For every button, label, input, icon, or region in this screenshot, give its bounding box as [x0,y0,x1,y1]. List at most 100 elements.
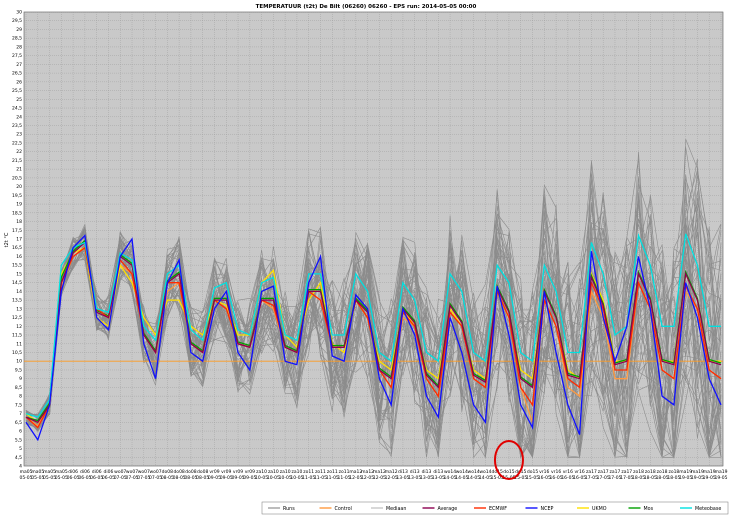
x-tick-day-label: wo07 [114,469,126,475]
x-tick-day-label: zo11 [339,469,350,475]
y-tick-label: 11 [16,341,22,347]
legend-label: ECMWF [489,506,507,512]
x-tick-day-label: zo18 [657,469,668,475]
x-tick-day-label: za10 [280,469,291,475]
y-tick-label: 10 [16,359,22,365]
x-tick-day-label: ma12 [385,469,398,475]
x-tick-day-label: di13 [422,469,432,475]
y-tick-label: 12,5 [12,315,22,321]
x-tick-day-label: wo14 [468,469,480,475]
y-tick-label: 9,5 [15,367,22,373]
y-tick-label: 23 [16,132,22,138]
legend: Runs Control Mediaan Average ECMWF NCEP UKMO Mo… [261,501,729,515]
x-tick-day-label: za17 [610,469,621,475]
y-tick-label: 26 [16,79,22,85]
y-tick-label: 9 [19,376,22,382]
y-tick-label: 15,5 [12,263,22,269]
y-tick-label: 18 [16,219,22,225]
y-tick-label: 28,5 [12,36,22,42]
ensemble-temperature-chart: TEMPERATUUR (t2t) De Bilt (06260) 06260 … [0,0,732,519]
y-tick-label: 24,5 [12,106,22,112]
y-tick-label: 30 [16,10,22,16]
y-tick-label: 13 [16,306,22,312]
y-tick-label: 5,5 [15,437,22,443]
y-tick-label: 25 [16,97,22,103]
x-tick-day-label: di13 [410,469,420,475]
x-tick-day-label: di06 [104,469,114,475]
y-tick-label: 18,5 [12,210,22,216]
y-tick-label: 24 [16,114,22,120]
y-tick-label: 10,5 [12,350,22,356]
x-tick-day-label: do08 [197,469,208,475]
x-tick-day-label: do15 [503,469,514,475]
x-tick-day-label: zo18 [668,469,679,475]
x-tick-day-label: wo07 [149,469,161,475]
legend-label: Meteobase [695,506,721,512]
y-tick-label: 6,5 [15,420,22,426]
y-tick-label: 16,5 [12,245,22,251]
x-tick-day-label: za10 [292,469,303,475]
x-tick-day-label: ma19 [715,469,728,475]
x-tick-day-label: za17 [598,469,609,475]
x-tick-day-label: zo18 [645,469,656,475]
x-tick-day-label: di13 [433,469,443,475]
x-tick-day-label: wo07 [138,469,150,475]
y-tick-label: 11,5 [12,333,22,339]
y-axis-label: t2t °C [4,232,10,247]
legend-label: Mos [644,506,654,512]
y-tick-label: 20,5 [12,175,22,181]
x-tick-day-label: vr09 [221,469,231,475]
legend-label: Control [335,506,352,512]
y-tick-label: 17,5 [12,228,22,234]
legend-label: Runs [283,506,295,512]
x-tick-date-label: 19-05 [714,475,727,481]
x-tick-day-label: do15 [527,469,538,475]
chart-title: TEMPERATUUR (t2t) De Bilt (06260) 06260 … [256,4,477,10]
legend-label: Mediaan [386,506,406,512]
y-tick-label: 19 [16,202,22,208]
legend-label: UKMO [592,506,607,512]
y-tick-label: 15 [16,271,22,277]
x-tick-day-label: di13 [398,469,408,475]
x-tick-day-label: wo07 [126,469,138,475]
y-tick-label: 14 [16,289,22,295]
y-tick-label: 13,5 [12,298,22,304]
x-tick-day-label: do08 [162,469,173,475]
x-tick-day-label: zo11 [327,469,338,475]
y-tick-label: 26,5 [12,71,22,77]
y-tick-label: 8 [19,394,22,400]
x-tick-day-label: wo14 [444,469,456,475]
y-tick-label: 12 [16,324,22,330]
x-tick-day-label: zo11 [315,469,326,475]
y-tick-label: 29,5 [12,18,22,24]
x-tick-day-label: vr09 [209,469,219,475]
y-tick-label: 21 [16,167,22,173]
y-tick-label: 23,5 [12,123,22,129]
x-tick-day-label: za10 [268,469,279,475]
y-tick-label: 6 [19,429,22,435]
y-tick-label: 4 [19,464,22,470]
y-tick-label: 5 [19,446,22,452]
x-tick-day-label: di06 [92,469,102,475]
x-tick-day-label: vr16 [563,469,573,475]
y-tick-label: 16 [16,254,22,260]
y-tick-label: 27,5 [12,53,22,59]
y-tick-label: 19,5 [12,193,22,199]
y-tick-label: 22,5 [12,140,22,146]
x-tick-day-label: ma05 [55,469,68,475]
x-tick-day-label: zo18 [633,469,644,475]
x-tick-day-label: za17 [586,469,597,475]
y-tick-label: 21,5 [12,158,22,164]
x-tick-day-label: za10 [256,469,267,475]
x-tick-day-label: vr16 [551,469,561,475]
legend-label: Average [438,506,458,512]
y-tick-label: 7,5 [15,402,22,408]
x-tick-day-label: zo11 [303,469,314,475]
y-tick-label: 14,5 [12,280,22,286]
x-tick-day-label: vr09 [233,469,243,475]
x-tick-day-label: di06 [80,469,90,475]
x-tick-day-label: za17 [621,469,632,475]
y-tick-label: 20 [16,184,22,190]
y-tick-label: 28 [16,44,22,50]
x-tick-day-label: wo14 [479,469,491,475]
